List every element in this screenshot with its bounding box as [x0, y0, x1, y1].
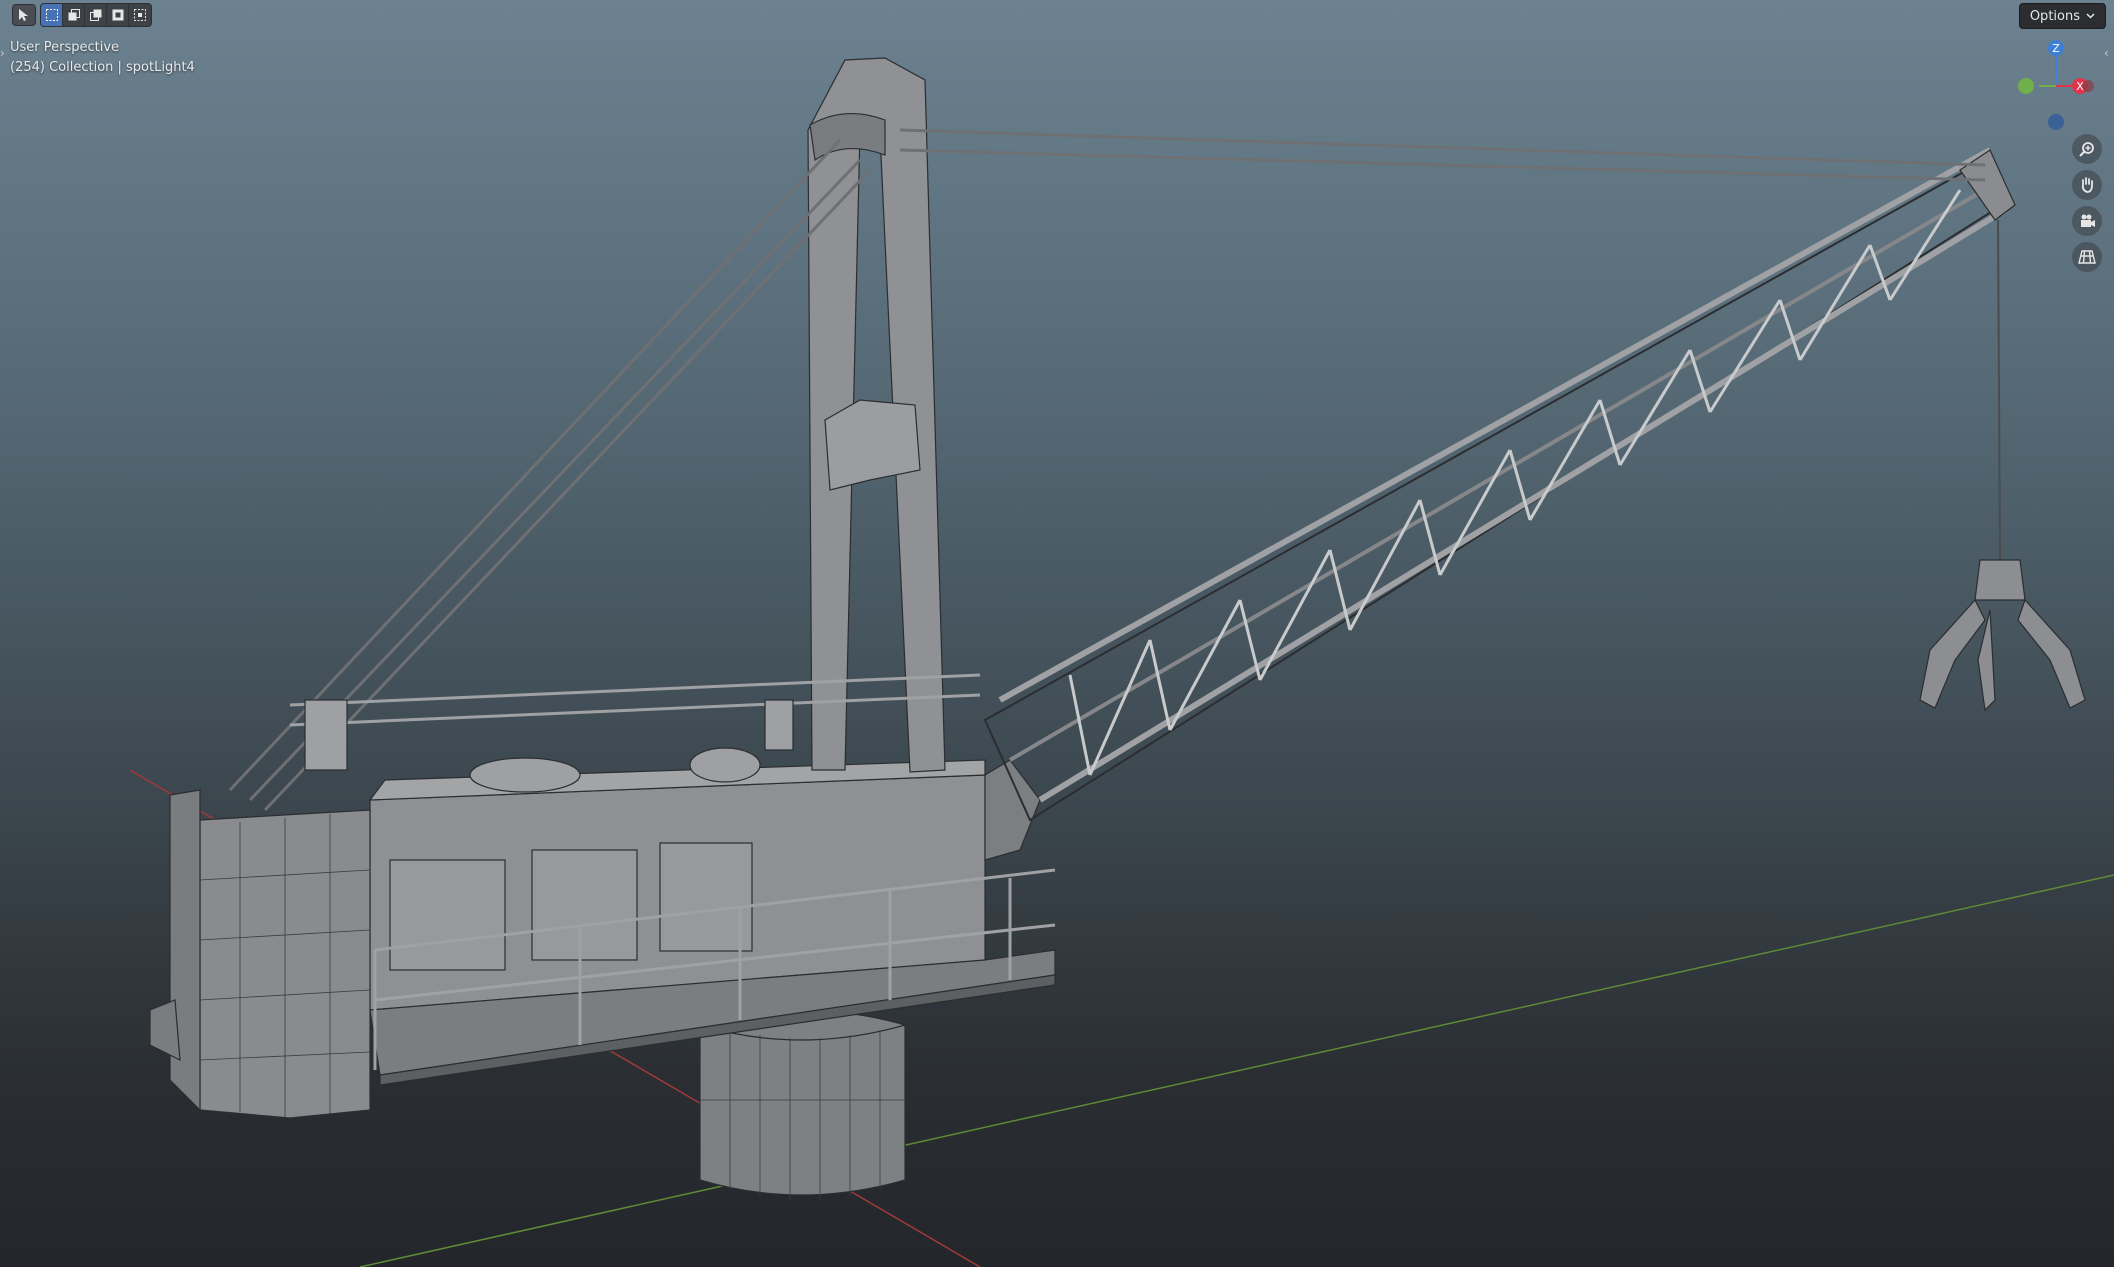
grid-view-icon: [2078, 250, 2096, 264]
view-name-label: User Perspective: [10, 40, 120, 55]
select-new-icon: [45, 9, 58, 21]
select-subtract-icon: [89, 9, 101, 21]
options-label: Options: [2029, 8, 2080, 24]
select-new-button[interactable]: [41, 4, 63, 26]
select-tool-button[interactable]: [12, 4, 36, 26]
select-extend-button[interactable]: [63, 4, 85, 26]
navigation-gizmo[interactable]: Z X: [2016, 36, 2106, 136]
select-mode-group: [40, 3, 152, 27]
select-intersect-icon: [134, 9, 146, 21]
select-mode-toolbar: [12, 3, 152, 27]
gizmo-neg-x-axis[interactable]: [2082, 80, 2094, 92]
3d-viewport[interactable]: User Perspective (254) Collection | spot…: [0, 0, 2114, 1267]
zoom-button[interactable]: [2072, 134, 2102, 164]
navigation-controls: [2072, 134, 2102, 272]
cursor-select-icon: [19, 9, 28, 21]
camera-view-button[interactable]: [2072, 206, 2102, 236]
select-intersect-button[interactable]: [129, 4, 151, 26]
scene-canvas[interactable]: [0, 0, 2114, 1267]
left-region-toggle-icon[interactable]: ›: [0, 46, 5, 60]
zoom-icon: [2079, 142, 2094, 157]
camera-icon: [2081, 214, 2095, 227]
select-invert-icon: [112, 9, 123, 21]
crane-model: [149, 57, 2086, 1200]
select-subtract-button[interactable]: [85, 4, 107, 26]
chevron-down-icon: [2086, 13, 2095, 19]
select-invert-button[interactable]: [107, 4, 129, 26]
projection-toggle-button[interactable]: [2072, 242, 2102, 272]
pan-button[interactable]: [2072, 170, 2102, 200]
select-extend-icon: [68, 9, 80, 21]
collection-info-label: (254) Collection | spotLight4: [10, 60, 195, 75]
gizmo-z-label: Z: [2052, 42, 2060, 55]
options-dropdown[interactable]: Options: [2018, 3, 2106, 29]
pan-hand-icon: [2081, 177, 2093, 193]
gizmo-neg-z-axis[interactable]: [2048, 114, 2064, 130]
gizmo-y-axis[interactable]: [2018, 78, 2034, 94]
